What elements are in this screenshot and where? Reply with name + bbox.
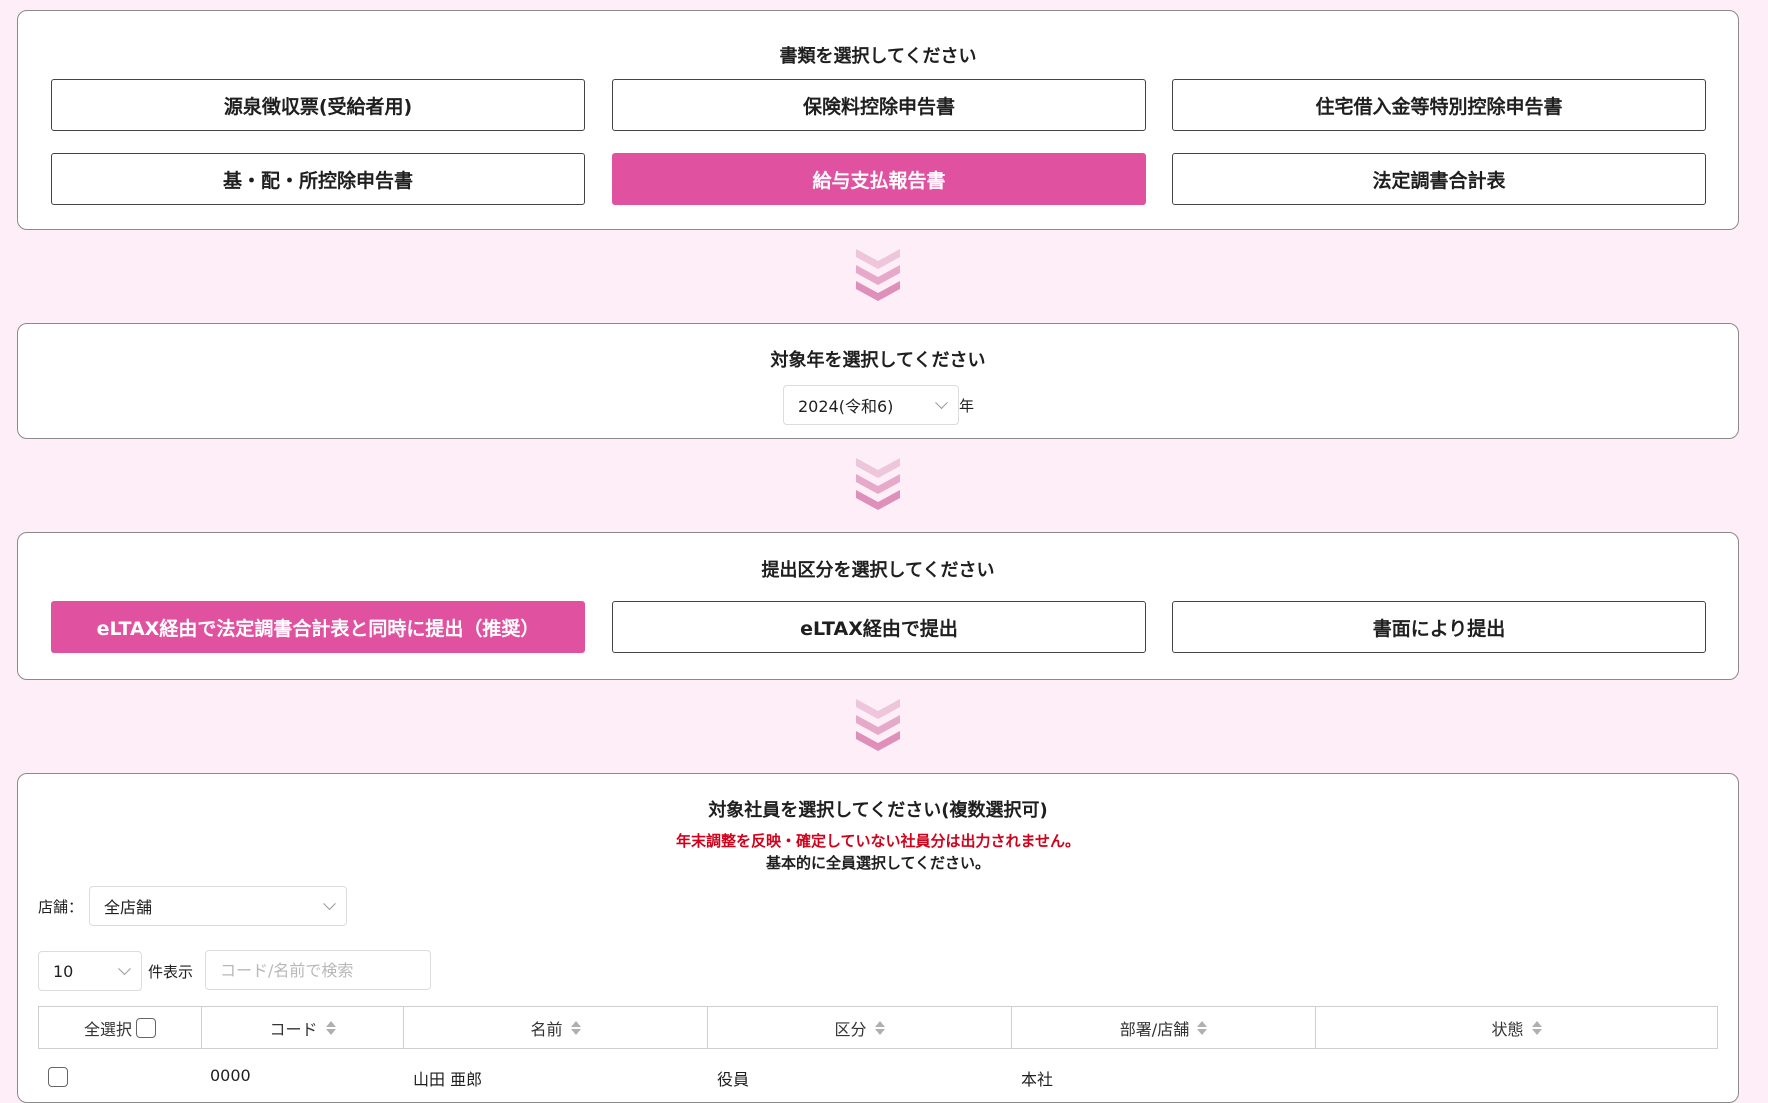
doc-option-gensen[interactable]: 源泉徴収票(受給者用) <box>51 79 585 131</box>
store-select[interactable]: 全店舗 <box>89 886 347 926</box>
year-select[interactable]: 2024(令和6) <box>783 385 959 425</box>
column-header-status[interactable]: 状態 <box>1316 1007 1717 1048</box>
doc-option-kyuyo[interactable]: 給与支払報告書 <box>612 153 1146 205</box>
select-all-label: 全選択 <box>83 1019 132 1039</box>
column-header-category[interactable]: 区分 <box>708 1007 1012 1048</box>
page-size-label: 件表示 <box>148 963 194 981</box>
search-input[interactable] <box>205 950 431 990</box>
page-size-value: 10 <box>53 961 74 981</box>
column-header-category-label: 区分 <box>834 1019 867 1039</box>
sort-icon <box>1197 1020 1208 1036</box>
doc-option-hoken[interactable]: 保険料控除申告書 <box>612 79 1146 131</box>
column-header-name-label: 名前 <box>530 1019 563 1039</box>
employee-select-title: 対象社員を選択してください(複数選択可) <box>708 800 1048 821</box>
sort-icon <box>1531 1020 1542 1036</box>
submit-option-eltax[interactable]: eLTAX経由で提出 <box>612 601 1146 653</box>
submit-type-title: 提出区分を選択してください <box>761 560 995 581</box>
chevron-down-icon <box>323 897 336 911</box>
column-header-status-label: 状態 <box>1491 1019 1524 1039</box>
document-select-title: 書類を選択してください <box>779 46 977 67</box>
chevron-down-icon <box>118 962 131 976</box>
column-header-name[interactable]: 名前 <box>404 1007 708 1048</box>
doc-option-jutaku[interactable]: 住宅借入金等特別控除申告書 <box>1172 79 1706 131</box>
doc-option-hotei[interactable]: 法定調書合計表 <box>1172 153 1706 205</box>
doc-option-kihai[interactable]: 基・配・所控除申告書 <box>51 153 585 205</box>
chevron-down-triple-icon <box>856 458 900 510</box>
submit-type-panel: 提出区分を選択してください eLTAX経由で法定調書合計表と同時に提出（推奨） … <box>17 532 1739 680</box>
year-suffix: 年 <box>959 397 975 415</box>
row-name: 山田 亜郎 <box>413 1070 483 1089</box>
year-select-panel: 対象年を選択してください 2024(令和6) 年 <box>17 323 1739 439</box>
store-label: 店舗： <box>38 898 84 916</box>
column-header-dept-label: 部署/店舗 <box>1119 1019 1190 1039</box>
row-checkbox[interactable] <box>48 1067 68 1087</box>
employee-warning: 年末調整を反映・確定していない社員分は出力されません。 <box>675 832 1081 850</box>
year-select-title: 対象年を選択してください <box>770 350 986 371</box>
select-all-checkbox[interactable] <box>136 1017 156 1038</box>
row-category: 役員 <box>717 1070 750 1089</box>
column-header-code-label: コード <box>269 1019 318 1039</box>
store-select-value: 全店舗 <box>104 898 153 917</box>
chevron-down-triple-icon <box>856 699 900 751</box>
sort-icon <box>570 1020 581 1036</box>
column-header-code[interactable]: コード <box>202 1007 404 1048</box>
chevron-down-triple-icon <box>856 249 900 301</box>
submit-option-eltax-with-summary[interactable]: eLTAX経由で法定調書合計表と同時に提出（推奨） <box>51 601 585 653</box>
employee-table-header: 全選択 コード 名前 区分 部署/店舗 状態 <box>38 1006 1718 1049</box>
employee-select-panel: 対象社員を選択してください(複数選択可) 年末調整を反映・確定していない社員分は… <box>17 773 1739 1103</box>
employee-note: 基本的に全員選択してください。 <box>765 854 991 872</box>
row-dept: 本社 <box>1021 1070 1054 1089</box>
document-select-panel: 書類を選択してください 源泉徴収票(受給者用) 保険料控除申告書 住宅借入金等特… <box>17 10 1739 230</box>
sort-icon <box>874 1020 885 1036</box>
row-code: 0000 <box>210 1066 251 1085</box>
page-size-select[interactable]: 10 <box>38 951 142 991</box>
year-select-value: 2024(令和6) <box>798 397 894 416</box>
submit-option-paper[interactable]: 書面により提出 <box>1172 601 1706 653</box>
chevron-down-icon <box>935 396 948 410</box>
select-all-header[interactable]: 全選択 <box>39 1007 202 1048</box>
column-header-dept[interactable]: 部署/店舗 <box>1012 1007 1316 1048</box>
sort-icon <box>325 1020 336 1036</box>
